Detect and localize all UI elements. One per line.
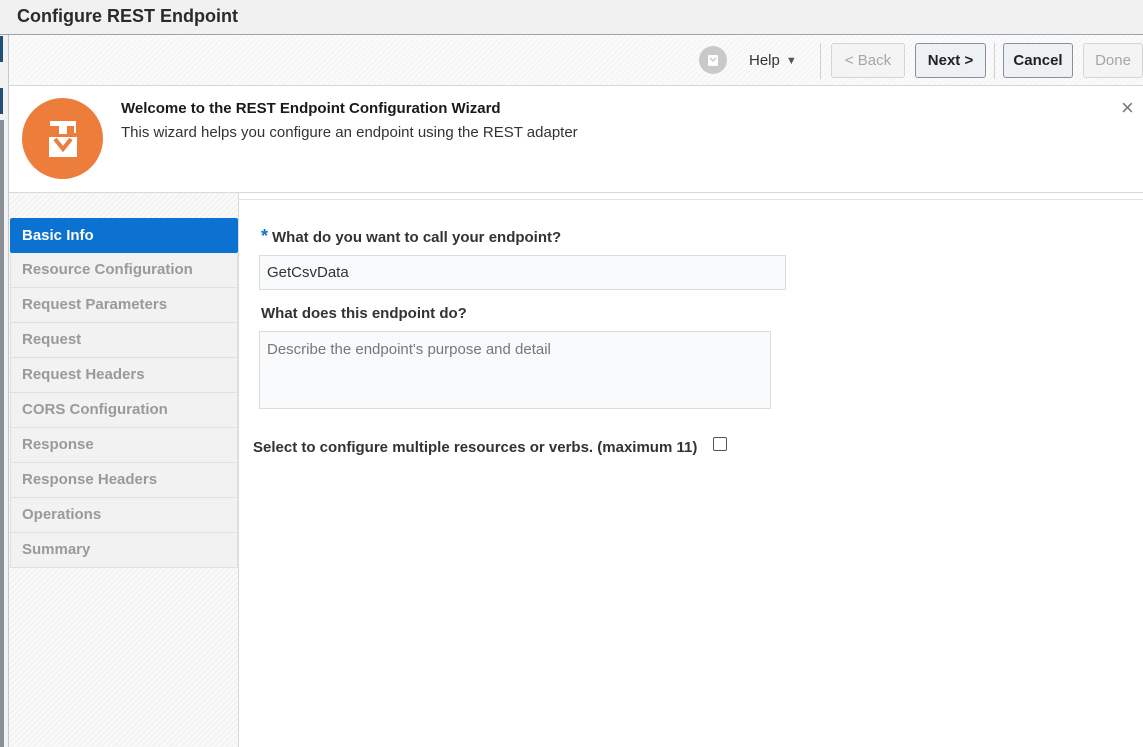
step-summary[interactable]: Summary xyxy=(10,533,238,568)
cancel-button[interactable]: Cancel xyxy=(1003,43,1073,78)
endpoint-name-label-text: What do you want to call your endpoint? xyxy=(272,229,562,246)
required-marker: * xyxy=(261,226,269,246)
close-icon[interactable]: × xyxy=(1121,97,1134,119)
step-request-parameters[interactable]: Request Parameters xyxy=(10,288,238,323)
step-basic-info[interactable]: Basic Info xyxy=(10,218,238,253)
next-button[interactable]: Next > xyxy=(915,43,986,78)
endpoint-name-label: * What do you want to call your endpoint? xyxy=(261,226,561,247)
step-resource-configuration[interactable]: Resource Configuration xyxy=(10,253,238,288)
wizard-toolbar: Help ▼ < Back Next > Cancel Done xyxy=(9,35,1143,86)
step-request-headers[interactable]: Request Headers xyxy=(10,358,238,393)
wizard-logo-icon xyxy=(22,98,103,179)
toolbar-divider xyxy=(820,43,821,79)
welcome-subtitle: This wizard helps you configure an endpo… xyxy=(121,124,578,141)
done-button[interactable]: Done xyxy=(1083,43,1143,78)
help-menu[interactable]: Help ▼ xyxy=(749,52,797,69)
dialog-titlebar: Configure REST Endpoint xyxy=(0,0,1143,35)
background-rail xyxy=(0,120,4,747)
endpoint-description-input[interactable] xyxy=(259,331,771,409)
wizard-nav: Basic Info Resource Configuration Reques… xyxy=(9,193,239,747)
step-response-headers[interactable]: Response Headers xyxy=(10,463,238,498)
dialog-title: Configure REST Endpoint xyxy=(17,6,238,26)
step-cors-configuration[interactable]: CORS Configuration xyxy=(10,393,238,428)
wizard-step-list: Basic Info Resource Configuration Reques… xyxy=(10,218,238,568)
endpoint-name-input[interactable] xyxy=(259,255,786,290)
background-marker xyxy=(0,36,3,62)
toolbar-divider xyxy=(994,43,995,79)
background-window-edge xyxy=(0,0,9,747)
chevron-down-icon: ▼ xyxy=(785,54,797,67)
multiple-resources-label: Select to configure multiple resources o… xyxy=(253,439,698,456)
step-response[interactable]: Response xyxy=(10,428,238,463)
basic-info-panel: * What do you want to call your endpoint?… xyxy=(239,199,1143,747)
help-label: Help xyxy=(749,52,780,69)
step-operations[interactable]: Operations xyxy=(10,498,238,533)
endpoint-description-label: What does this endpoint do? xyxy=(261,305,467,322)
welcome-banner: Welcome to the REST Endpoint Configurati… xyxy=(9,86,1143,193)
help-topic-icon[interactable] xyxy=(699,46,727,74)
back-button[interactable]: < Back xyxy=(831,43,905,78)
multiple-resources-checkbox[interactable] xyxy=(713,437,727,451)
background-marker xyxy=(0,88,3,114)
welcome-title: Welcome to the REST Endpoint Configurati… xyxy=(121,100,501,117)
step-request[interactable]: Request xyxy=(10,323,238,358)
